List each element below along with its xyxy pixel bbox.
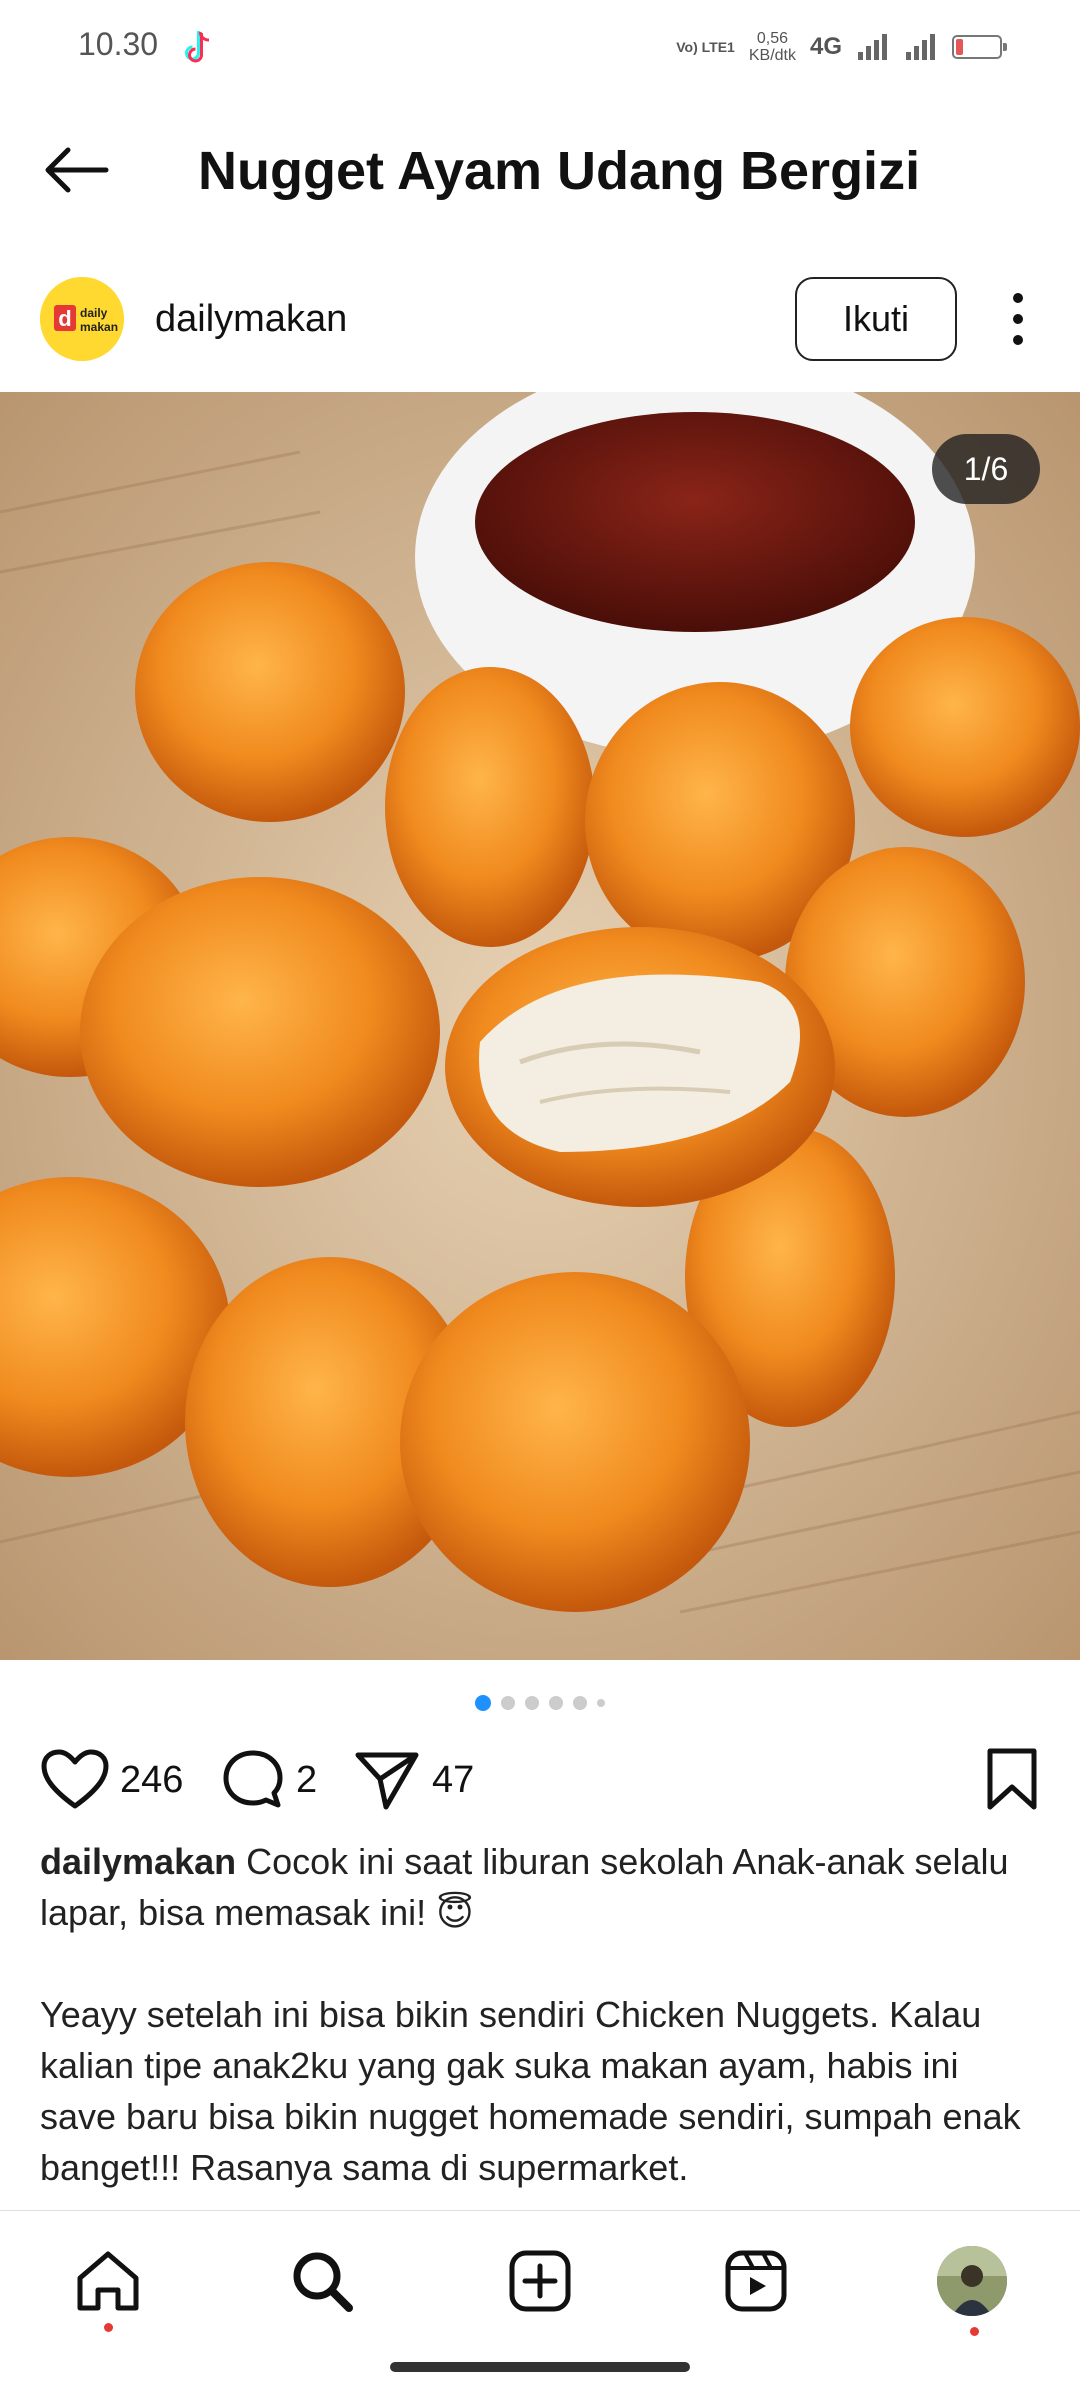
share-action[interactable]: 47 [352, 1745, 474, 1815]
volte-indicator: Vo) LTE1 [676, 39, 735, 55]
carousel-dot [501, 1696, 515, 1710]
likes-count: 246 [120, 1758, 184, 1801]
heart-icon[interactable] [40, 1748, 110, 1812]
caption-text-2: Yeayy setelah ini bisa bikin sendiri Chi… [40, 1994, 1021, 2188]
tiktok-icon [185, 31, 210, 63]
caption-username[interactable]: dailymakan [40, 1841, 236, 1882]
battery-icon: 17 [952, 35, 1007, 59]
logo-text-top: daily [80, 306, 108, 320]
post-caption: dailymakan Cocok ini saat liburan sekola… [40, 1836, 1040, 2193]
nav-search[interactable] [282, 2241, 362, 2321]
profile-notification-dot [970, 2327, 979, 2336]
carousel-dot [549, 1696, 563, 1710]
battery-level: 17 [968, 38, 986, 55]
like-action[interactable]: 246 [40, 1745, 183, 1815]
nav-profile[interactable] [932, 2241, 1012, 2336]
svg-text:d: d [58, 306, 71, 331]
carousel-counter: 1/6 [932, 434, 1040, 504]
carousel-dot [475, 1695, 491, 1711]
home-indicator[interactable] [390, 2362, 690, 2372]
carousel-dot [573, 1696, 587, 1710]
comment-action[interactable]: 2 [220, 1745, 317, 1815]
reels-icon[interactable] [723, 2248, 789, 2314]
profile-avatar[interactable] [937, 2246, 1007, 2316]
status-time: 10.30 [78, 26, 159, 62]
nav-reels[interactable] [716, 2241, 796, 2321]
network-speed-unit: KB/dtk [748, 47, 796, 64]
signal-icon [858, 34, 887, 60]
battery-cap [1003, 43, 1007, 51]
bottom-navigation [0, 2210, 1080, 2341]
post-photo[interactable]: 1/6 [0, 392, 1080, 1660]
nav-create[interactable] [500, 2241, 580, 2321]
network-speed: 0,56 KB/dtk [749, 30, 796, 64]
home-icon[interactable] [74, 2248, 142, 2314]
page-title: Nugget Ayam Udang Bergizi [198, 141, 921, 201]
follow-button[interactable]: Ikuti [795, 277, 957, 361]
network-speed-value: 0,56 [756, 30, 788, 47]
signal-icon-2 [906, 34, 935, 60]
comment-icon[interactable] [220, 1747, 286, 1813]
comments-count: 2 [296, 1758, 318, 1801]
status-bar: 10.30 Vo) LTE1 0,56 KB/dtk 4G 17 [0, 0, 1080, 96]
app-bar: Nugget Ayam Udang Bergizi [0, 110, 1080, 230]
caption-first-paragraph: dailymakan Cocok ini saat liburan sekola… [40, 1836, 1040, 1938]
carousel-indicator [0, 1693, 1080, 1713]
home-notification-dot [104, 2323, 113, 2332]
more-options-icon[interactable] [1000, 284, 1036, 354]
send-icon[interactable] [352, 1747, 422, 1813]
carousel-dot [597, 1699, 605, 1707]
dailymakan-logo: d daily makan [40, 277, 124, 361]
account-avatar[interactable]: d daily makan [40, 277, 124, 361]
create-icon[interactable] [507, 2248, 573, 2314]
shares-count: 47 [432, 1758, 475, 1801]
bookmark-icon[interactable] [984, 1747, 1040, 1811]
back-arrow-icon[interactable] [36, 140, 116, 200]
nav-home[interactable] [68, 2241, 148, 2332]
carousel-dot [525, 1696, 539, 1710]
logo-text-bottom: makan [80, 320, 118, 334]
nuggets-photo [0, 392, 1080, 1660]
post-username[interactable]: dailymakan [155, 298, 347, 341]
status-indicators: Vo) LTE1 0,56 KB/dtk 4G 17 [676, 22, 1007, 72]
post-header: d daily makan dailymakan Ikuti [0, 262, 1080, 374]
search-icon[interactable] [289, 2248, 355, 2314]
post-actions: 246 2 47 [0, 1745, 1080, 1815]
network-type: 4G [809, 33, 842, 60]
